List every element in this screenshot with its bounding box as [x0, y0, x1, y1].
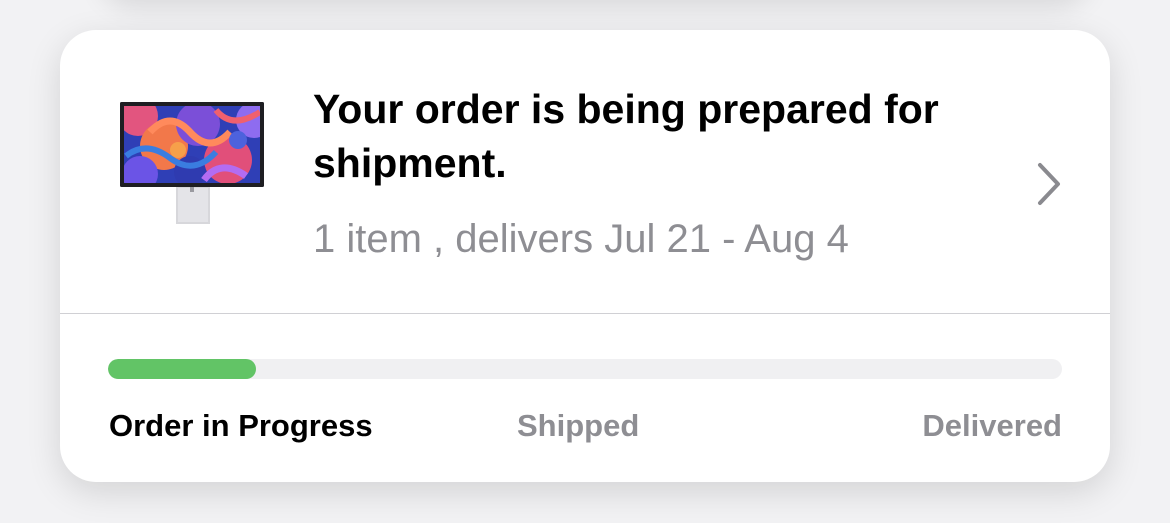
stage-delivered: Delivered	[922, 408, 1062, 443]
card-divider	[60, 313, 1110, 314]
order-status-title: Your order is being prepared for shipmen…	[313, 86, 939, 186]
monitor-product-image	[120, 102, 264, 224]
stage-shipped: Shipped	[517, 408, 640, 443]
shipment-progress-bar	[108, 359, 1062, 379]
order-status-card: Your order is being prepared for shipmen…	[60, 30, 1110, 482]
order-details-link[interactable]: Your order is being prepared for shipmen…	[60, 30, 1110, 313]
order-summary: 1 item , delivers Jul 21 - Aug 4	[313, 217, 849, 261]
progress-fill	[108, 359, 256, 379]
chevron-right-icon	[1038, 163, 1060, 205]
stage-order-in-progress: Order in Progress	[109, 408, 373, 443]
